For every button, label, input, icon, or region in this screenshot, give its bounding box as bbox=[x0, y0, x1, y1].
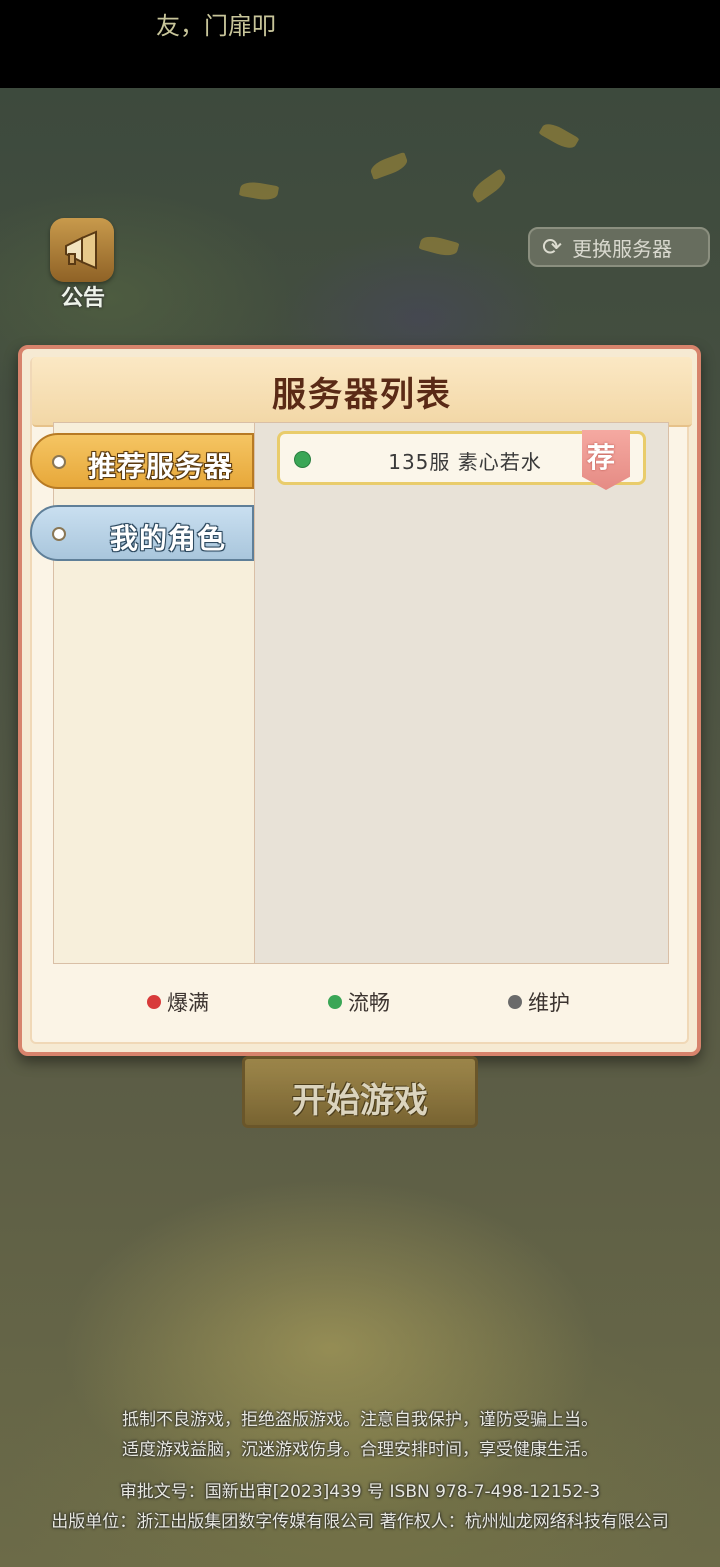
recommended-badge: 荐 bbox=[582, 430, 630, 490]
leaf-decoration bbox=[418, 233, 460, 259]
status-legend: 爆满 流畅 维护 bbox=[53, 969, 669, 1029]
legend-item-full: 爆满 bbox=[147, 987, 209, 1017]
switch-server-button[interactable]: ⟳ 更换服务器 bbox=[528, 227, 710, 267]
leaf-decoration bbox=[538, 119, 580, 153]
legend-item-smooth: 流畅 bbox=[328, 987, 390, 1017]
legend-label: 流畅 bbox=[348, 991, 390, 1015]
swap-icon: ⟳ bbox=[542, 233, 563, 261]
server-list-dialog: 服务器列表 推荐服务器 我的角色 135服 素心若水 荐 爆满 流畅 维护 bbox=[18, 345, 701, 1056]
radio-indicator bbox=[52, 527, 66, 541]
start-game-label: 开始游戏 bbox=[292, 1081, 428, 1121]
announcement-button[interactable]: 公告 bbox=[50, 218, 116, 311]
radio-indicator bbox=[52, 455, 66, 469]
leaf-decoration bbox=[238, 179, 280, 203]
dialog-title-bar: 服务器列表 bbox=[32, 357, 692, 427]
megaphone-icon bbox=[50, 218, 114, 282]
footer-health-notice-1: 抵制不良游戏，拒绝盗版游戏。注意自我保护，谨防受骗上当。 bbox=[122, 1410, 598, 1430]
server-name: 135服 素心若水 bbox=[388, 450, 542, 474]
status-area: 友，门扉叩 bbox=[0, 0, 720, 88]
tab-label: 我的角色 bbox=[110, 522, 227, 555]
status-dot-smooth bbox=[328, 995, 342, 1009]
tab-label: 推荐服务器 bbox=[88, 450, 234, 483]
dialog-title: 服务器列表 bbox=[272, 375, 452, 415]
legend-label: 维护 bbox=[528, 991, 570, 1015]
status-dot-smooth bbox=[294, 451, 311, 468]
server-list-item[interactable]: 135服 素心若水 荐 bbox=[277, 430, 646, 490]
status-dot-full bbox=[147, 995, 161, 1009]
legend-label: 爆满 bbox=[167, 991, 209, 1015]
server-category-panel bbox=[53, 422, 255, 964]
tab-my-characters[interactable]: 我的角色 bbox=[30, 505, 254, 561]
tab-recommended-servers[interactable]: 推荐服务器 bbox=[30, 433, 254, 489]
footer-health-notice-2: 适度游戏益脑，沉迷游戏伤身。合理安排时间，享受健康生活。 bbox=[122, 1440, 598, 1460]
badge-label: 荐 bbox=[587, 441, 616, 474]
announcement-label: 公告 bbox=[60, 286, 105, 311]
top-notice-text: 友，门扉叩 bbox=[156, 12, 276, 40]
server-list-panel bbox=[254, 422, 669, 964]
start-game-button[interactable]: 开始游戏 bbox=[242, 1056, 478, 1128]
legend-item-maintenance: 维护 bbox=[508, 987, 570, 1017]
switch-server-label: 更换服务器 bbox=[572, 236, 673, 261]
footer-approval-number: 审批文号：国新出审[2023]439 号 ISBN 978-7-498-1215… bbox=[119, 1482, 601, 1502]
footer-publisher: 出版单位：浙江出版集团数字传媒有限公司 著作权人：杭州灿龙网络科技有限公司 bbox=[51, 1512, 669, 1532]
leaf-decoration bbox=[368, 151, 410, 181]
status-dot-maintenance bbox=[508, 995, 522, 1009]
leaf-decoration bbox=[468, 168, 510, 204]
